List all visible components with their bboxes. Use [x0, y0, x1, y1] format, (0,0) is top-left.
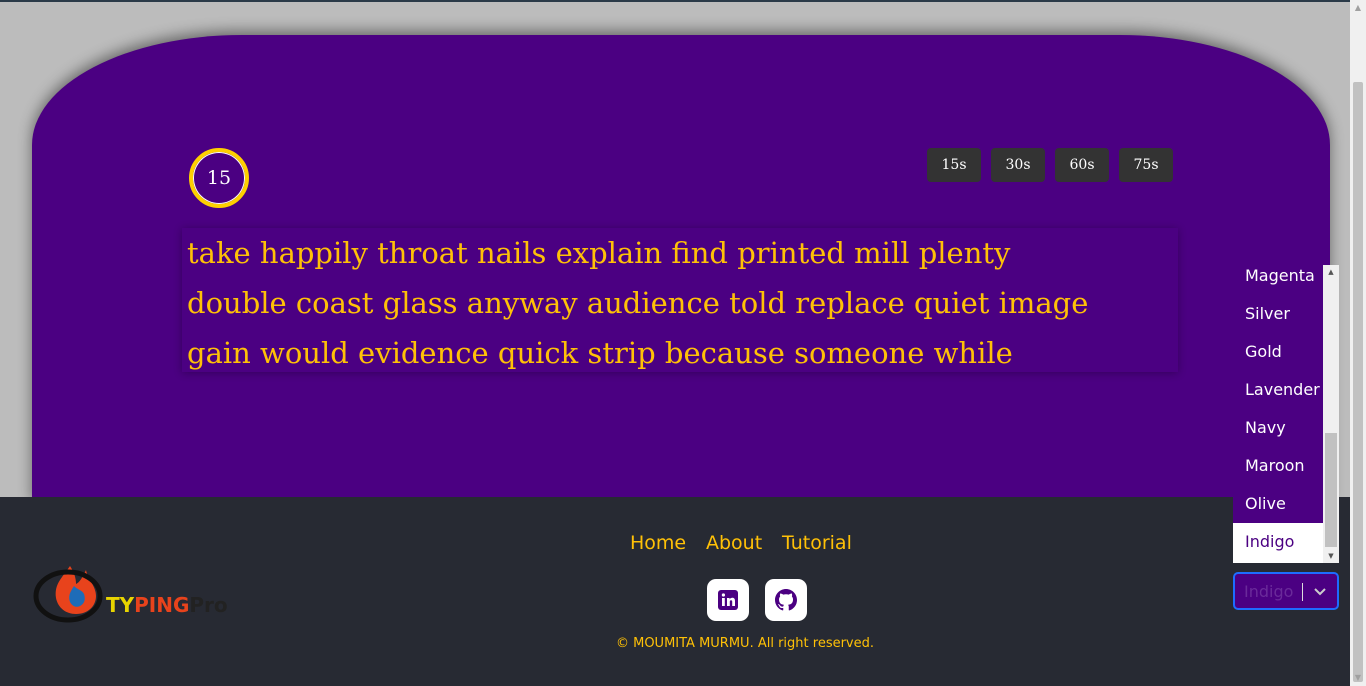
typing-line: take happily throat nails explain find p… — [187, 236, 1011, 270]
time-option-60s[interactable]: 60s — [1055, 148, 1109, 182]
github-icon — [775, 589, 797, 611]
linkedin-icon — [718, 590, 738, 610]
theme-option-olive[interactable]: Olive — [1233, 485, 1323, 523]
chevron-down-icon — [1314, 588, 1326, 596]
theme-option-silver[interactable]: Silver — [1233, 295, 1323, 333]
page-scrollbar[interactable]: ▲ ▼ — [1350, 0, 1366, 686]
time-option-75s[interactable]: 75s — [1119, 148, 1173, 182]
scroll-down-icon[interactable]: ▼ — [1323, 549, 1339, 563]
timer-value: 15 — [206, 167, 232, 189]
footer-link-about[interactable]: About — [706, 532, 762, 554]
theme-dropdown-list[interactable]: Magenta Silver Gold Lavender Navy Maroon… — [1233, 265, 1339, 563]
page-scroll-thumb[interactable] — [1353, 82, 1363, 682]
theme-option-gold[interactable]: Gold — [1233, 333, 1323, 371]
footer-link-home[interactable]: Home — [630, 532, 686, 554]
theme-select-value: Indigo — [1244, 582, 1294, 601]
copyright-text: © MOUMITA MURMU. All right reserved. — [615, 636, 875, 651]
typingpro-logo: TYPINGPro — [33, 566, 228, 623]
dropdown-scrollbar[interactable]: ▲ ▼ — [1323, 265, 1339, 563]
select-separator — [1302, 583, 1303, 601]
scroll-up-icon[interactable]: ▲ — [1323, 265, 1339, 279]
typing-line: gain would evidence quick strip because … — [187, 336, 1013, 370]
theme-option-navy[interactable]: Navy — [1233, 409, 1323, 447]
typing-line: double coast glass anyway audience told … — [187, 286, 1089, 320]
time-option-15s[interactable]: 15s — [927, 148, 981, 182]
linkedin-button[interactable] — [707, 579, 749, 621]
theme-select[interactable]: Indigo — [1233, 572, 1339, 610]
page-scroll-up-icon[interactable]: ▲ — [1350, 0, 1366, 16]
logo-text: TYPINGPro — [106, 593, 228, 617]
timer-badge: 15 — [189, 148, 249, 208]
theme-option-maroon[interactable]: Maroon — [1233, 447, 1323, 485]
page-scroll-down-icon[interactable]: ▼ — [1350, 670, 1366, 686]
top-border — [0, 0, 1350, 2]
time-option-30s[interactable]: 30s — [991, 148, 1045, 182]
theme-option-magenta[interactable]: Magenta — [1233, 265, 1323, 295]
theme-option-lavender[interactable]: Lavender — [1233, 371, 1323, 409]
dropdown-scroll-thumb[interactable] — [1325, 433, 1337, 547]
theme-option-indigo[interactable]: Indigo — [1233, 523, 1323, 561]
typing-text-area[interactable]: take happily throat nails explain find p… — [182, 228, 1178, 372]
footer-link-tutorial[interactable]: Tutorial — [782, 532, 852, 554]
github-button[interactable] — [765, 579, 807, 621]
